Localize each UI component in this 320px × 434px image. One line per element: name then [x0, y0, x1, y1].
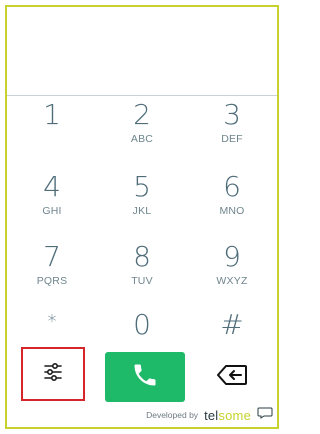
key-8[interactable]: 8 TUV [97, 239, 187, 307]
key-digit: 2 [133, 98, 151, 131]
developed-by-label: Developed by [146, 410, 199, 420]
backspace-icon [216, 364, 248, 391]
key-digit: * [47, 311, 57, 332]
key-letters: GHI [42, 205, 62, 217]
key-digit: 9 [223, 240, 241, 273]
key-letters [7, 133, 97, 146]
settings-button[interactable] [21, 347, 85, 401]
key-digit: 6 [223, 170, 241, 203]
key-letters: ABC [130, 133, 154, 145]
key-digit: 3 [223, 98, 241, 131]
key-digit: 4 [43, 170, 61, 203]
key-digit: 5 [133, 170, 151, 203]
key-letters: MNO [219, 205, 245, 217]
key-letters: TUV [131, 275, 153, 287]
sliders-icon [42, 361, 64, 388]
action-bar [7, 347, 277, 407]
key-9[interactable]: 9 WXYZ [187, 239, 277, 307]
key-letters: PQRS [36, 275, 68, 287]
number-display[interactable] [7, 7, 277, 96]
key-1[interactable]: 1 [7, 97, 97, 165]
key-letters: JKL [132, 205, 152, 217]
speech-bubble-icon [257, 406, 273, 424]
call-button[interactable] [105, 352, 185, 402]
key-letters: WXYZ [216, 275, 248, 287]
key-digit: 7 [43, 240, 61, 273]
phone-icon [131, 361, 159, 394]
key-2[interactable]: 2 ABC [97, 97, 187, 165]
key-digit: 0 [133, 308, 151, 341]
key-4[interactable]: 4 GHI [7, 169, 97, 237]
key-7[interactable]: 7 PQRS [7, 239, 97, 307]
footer: Developed by telsome [146, 407, 273, 423]
backspace-button[interactable] [212, 361, 252, 393]
key-digit: # [220, 308, 244, 341]
key-3[interactable]: 3 DEF [187, 97, 277, 165]
telsome-logo: telsome [204, 408, 251, 423]
key-digit: 1 [43, 98, 61, 131]
dialer-frame: 1 2 ABC 3 DEF 4 GHI 5 JKL 6 MNO 7 PQRS 8… [5, 5, 279, 429]
key-6[interactable]: 6 MNO [187, 169, 277, 237]
key-digit: 8 [133, 240, 151, 273]
key-5[interactable]: 5 JKL [97, 169, 187, 237]
key-letters: DEF [221, 133, 243, 145]
brand-part2: some [218, 407, 251, 423]
brand-part1: tel [204, 407, 219, 423]
